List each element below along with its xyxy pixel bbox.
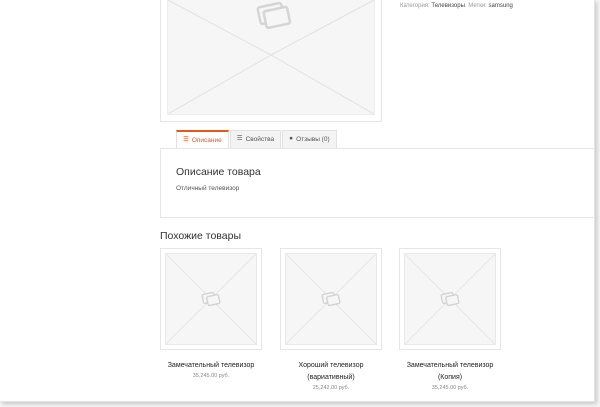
- tab-panel-description: Описание товара Отличный телевизор: [160, 148, 594, 218]
- description-title: Описание товара: [176, 166, 261, 178]
- product-meta: Категория: Телевизоры. Метки: samsung: [400, 3, 513, 9]
- product-name[interactable]: Замечательный телевизор: [160, 360, 262, 372]
- related-products-title: Похожие товары: [160, 230, 241, 242]
- product-price: 25,242.00 руб.: [312, 385, 350, 391]
- image-placeholder-icon: [405, 254, 495, 344]
- product-main-image[interactable]: [160, 0, 382, 122]
- tags-label: Метки:: [468, 3, 487, 9]
- image-placeholder-icon: [166, 254, 256, 344]
- tab-properties-label: Свойства: [245, 136, 275, 143]
- product-thumbnail[interactable]: [160, 248, 262, 350]
- tag-link[interactable]: samsung: [489, 3, 513, 9]
- product-name[interactable]: Замечательный телевизор (Копия): [399, 360, 501, 384]
- product-name[interactable]: Хороший телевизор (вариативный): [280, 360, 382, 384]
- tab-reviews[interactable]: ● Отзывы (0): [282, 130, 337, 148]
- related-product-card[interactable]: Хороший телевизор (вариативный) 25,242.0…: [280, 248, 382, 392]
- image-placeholder: [167, 0, 375, 115]
- product-thumbnail[interactable]: [399, 248, 501, 350]
- tab-description[interactable]: ☰ Описание: [176, 130, 229, 149]
- category-link[interactable]: Телевизоры: [431, 3, 465, 9]
- image-placeholder-icon: [168, 0, 374, 114]
- image-placeholder: [404, 253, 496, 345]
- related-product-card[interactable]: Замечательный телевизор (Копия) 35,245.0…: [399, 248, 501, 392]
- image-placeholder-icon: [286, 254, 376, 344]
- tab-properties[interactable]: ☰ Свойства: [229, 130, 282, 148]
- product-thumbnail[interactable]: [280, 248, 382, 350]
- tab-reviews-label: Отзывы (0): [296, 136, 330, 143]
- product-price: 35,245.00 руб.: [431, 385, 469, 391]
- comment-icon: ●: [289, 135, 294, 143]
- product-price: 35,245.00 руб.: [192, 373, 230, 379]
- list-icon: ☰: [236, 135, 243, 143]
- related-product-card[interactable]: Замечательный телевизор 35,245.00 руб.: [160, 248, 262, 380]
- product-tabs: ☰ Описание ☰ Свойства ● Отзывы (0): [176, 130, 338, 149]
- description-text: Отличный телевизор: [176, 185, 240, 192]
- list-icon: ☰: [183, 136, 189, 144]
- tab-description-label: Описание: [191, 137, 222, 144]
- category-label: Категория:: [400, 3, 430, 9]
- image-placeholder: [285, 253, 377, 345]
- image-placeholder: [165, 253, 257, 345]
- product-page: Категория: Телевизоры. Метки: samsung ☰ …: [0, 0, 595, 402]
